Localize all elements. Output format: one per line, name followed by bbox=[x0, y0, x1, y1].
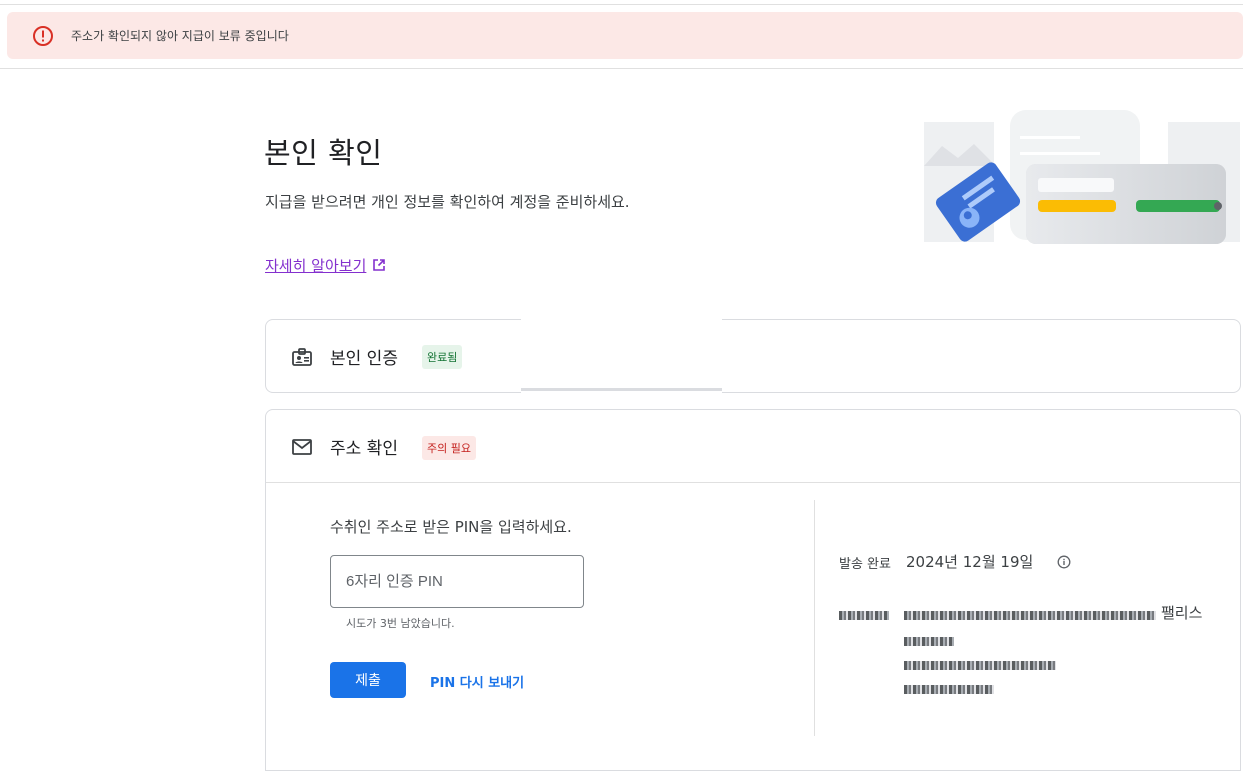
verification-illustration bbox=[922, 106, 1242, 256]
address-line-suffix: 팰리스 bbox=[1161, 604, 1203, 622]
attempts-remaining: 시도가 3번 남았습니다. bbox=[346, 617, 455, 630]
address-line-redacted bbox=[904, 631, 954, 646]
page-title: 본인 확인 bbox=[264, 136, 383, 170]
info-icon[interactable] bbox=[1057, 554, 1071, 569]
pin-input[interactable] bbox=[330, 555, 584, 608]
header-divider bbox=[0, 68, 1243, 69]
address-card-header[interactable]: 주소 확인 주의 필요 bbox=[266, 410, 1240, 482]
resend-pin-link[interactable]: PIN 다시 보내기 bbox=[430, 672, 524, 691]
identity-verification-card[interactable]: 본인 인증 완료됨 bbox=[265, 319, 1241, 393]
error-icon bbox=[32, 25, 53, 46]
submit-button[interactable]: 제출 bbox=[330, 662, 406, 698]
identity-card-header: 본인 인증 완료됨 bbox=[266, 320, 1240, 392]
pin-prompt: 수취인 주소로 받은 PIN을 입력하세요. bbox=[330, 518, 572, 536]
address-line-redacted bbox=[839, 605, 1157, 620]
status-badge-attention: 주의 필요 bbox=[422, 436, 476, 460]
payment-hold-alert: 주소가 확인되지 않아 지급이 보류 중입니다 bbox=[7, 12, 1243, 59]
mail-icon bbox=[290, 435, 314, 459]
id-badge-icon bbox=[290, 345, 314, 369]
alert-message: 주소가 확인되지 않아 지급이 보류 중입니다 bbox=[71, 29, 289, 43]
learn-more-link[interactable]: 자세히 알아보기 bbox=[265, 255, 386, 276]
sent-date: 2024년 12월 19일 bbox=[906, 553, 1034, 571]
overlay-patch bbox=[521, 312, 722, 416]
status-badge-completed: 완료됨 bbox=[422, 345, 463, 369]
address-line-redacted bbox=[904, 679, 994, 694]
learn-more-label: 자세히 알아보기 bbox=[265, 257, 367, 275]
top-border bbox=[0, 4, 1243, 5]
vertical-divider bbox=[814, 500, 815, 736]
sent-status-label: 발송 완료 bbox=[839, 557, 891, 572]
external-link-icon bbox=[372, 256, 386, 276]
address-line-redacted bbox=[904, 655, 1056, 670]
card-divider bbox=[266, 482, 1240, 483]
page-description: 지급을 받으려면 개인 정보를 확인하여 계정을 준비하세요. bbox=[265, 193, 630, 211]
identity-card-title: 본인 인증 bbox=[330, 349, 398, 369]
overlay-line bbox=[521, 388, 722, 391]
address-card-title: 주소 확인 bbox=[330, 439, 398, 459]
address-verification-card: 주소 확인 주의 필요 수취인 주소로 받은 PIN을 입력하세요. 시도가 3… bbox=[265, 409, 1241, 771]
